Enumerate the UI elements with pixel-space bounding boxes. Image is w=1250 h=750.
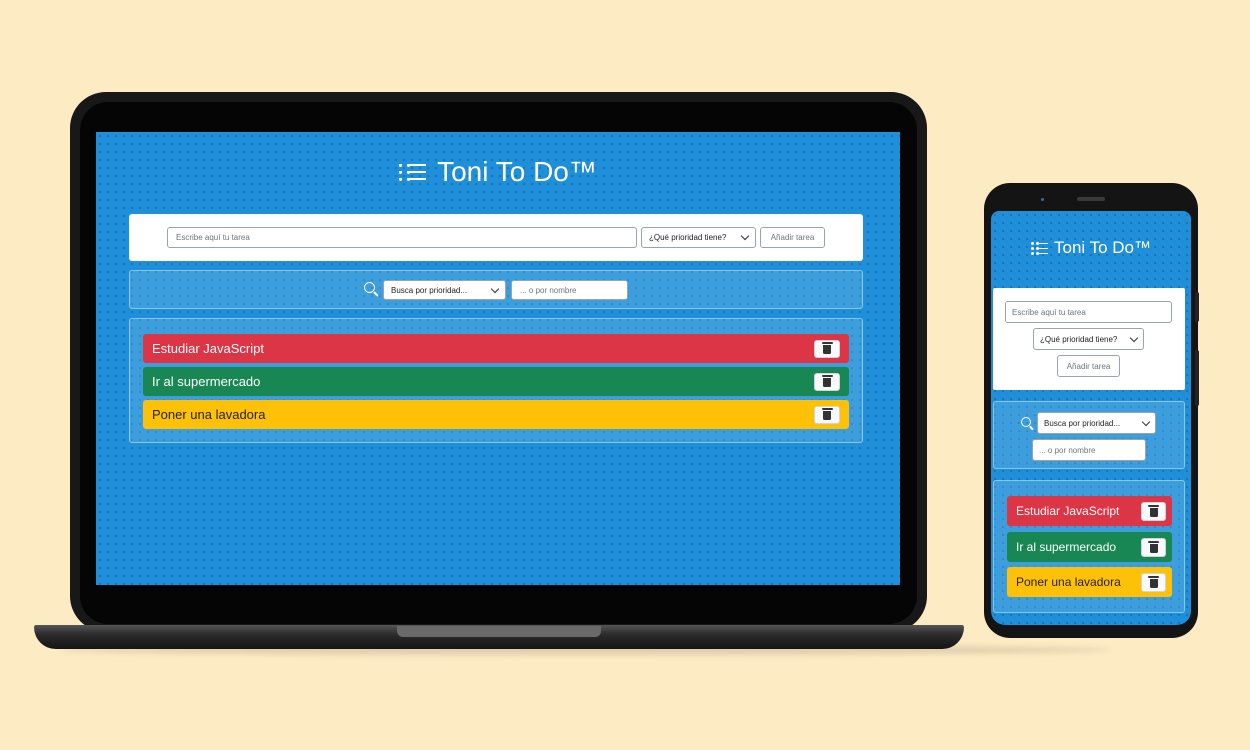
priority-select-label: ¿Qué prioridad tiene? (649, 233, 727, 242)
app-title: Toni To Do™ (1053, 238, 1151, 257)
task-label: Poner una lavadora (1016, 575, 1121, 589)
phone-camera (1041, 198, 1044, 201)
laptop-screen: Toni To Do™ Escribe aquí tu tarea ¿Qué p… (96, 132, 900, 585)
priority-select[interactable]: ¿Qué prioridad tiene? (1033, 328, 1144, 350)
task-list: Estudiar JavaScript Ir al supermercado P… (129, 318, 863, 443)
priority-select[interactable]: ¿Qué prioridad tiene? (641, 227, 756, 248)
list-icon (1030, 242, 1048, 255)
list-item: Estudiar JavaScript (1007, 496, 1172, 526)
add-task-button[interactable]: Añadir tarea (1057, 355, 1120, 377)
search-priority-select[interactable]: Busca por prioridad... (1037, 412, 1156, 434)
task-input[interactable]: Escribe aquí tu tarea (1005, 301, 1172, 323)
chevron-down-icon (740, 231, 750, 241)
delete-task-button[interactable] (1141, 501, 1166, 521)
phone-side-button (1195, 350, 1199, 406)
add-task-button[interactable]: Añadir tarea (760, 227, 825, 248)
app-header: Toni To Do™ (96, 154, 900, 190)
list-item: Estudiar JavaScript (143, 334, 849, 363)
task-input[interactable]: Escribe aquí tu tarea (167, 227, 637, 248)
add-task-card: Escribe aquí tu tarea ¿Qué prioridad tie… (129, 214, 863, 261)
task-label: Poner una lavadora (152, 407, 266, 422)
chevron-down-icon (1141, 417, 1151, 426)
trash-icon (821, 342, 833, 354)
trash-icon (1148, 504, 1159, 517)
add-task-button-label: Añadir tarea (1066, 361, 1111, 371)
add-task-card: Escribe aquí tu tarea ¿Qué prioridad tie… (993, 288, 1185, 390)
trash-icon (821, 375, 833, 387)
task-label: Ir al supermercado (152, 374, 261, 389)
search-name-placeholder: ... o por nombre (1039, 445, 1096, 455)
task-input-placeholder: Escribe aquí tu tarea (176, 233, 250, 242)
task-label: Estudiar JavaScript (1016, 504, 1120, 518)
list-item: Ir al supermercado (1007, 532, 1172, 562)
delete-task-button[interactable] (1141, 572, 1166, 592)
trash-icon (1148, 540, 1159, 553)
phone-side-button (1195, 292, 1199, 322)
search-card: Busca por prioridad... ... o por nombre (129, 270, 863, 309)
search-name-input[interactable]: ... o por nombre (1032, 439, 1146, 461)
trash-icon (1148, 575, 1159, 588)
add-task-button-label: Añadir tarea (770, 233, 815, 242)
search-priority-label: Busca por prioridad... (391, 285, 468, 295)
chevron-down-icon (1129, 333, 1139, 342)
search-card: Busca por prioridad... ... o por nombre (993, 401, 1185, 469)
search-icon (1021, 417, 1035, 431)
search-priority-select[interactable]: Busca por prioridad... (383, 280, 506, 300)
search-name-placeholder: ... o por nombre (520, 285, 577, 295)
delete-task-button[interactable] (814, 339, 840, 358)
task-label: Ir al supermercado (1016, 540, 1117, 554)
task-list: Estudiar JavaScript Ir al supermercado P… (993, 480, 1185, 613)
task-label: Estudiar JavaScript (152, 341, 264, 356)
delete-task-button[interactable] (1141, 537, 1166, 557)
phone-speaker (1077, 197, 1105, 201)
app-title: Toni To Do™ (437, 156, 597, 187)
search-priority-label: Busca por prioridad... (1044, 418, 1121, 428)
list-item: Poner una lavadora (1007, 567, 1172, 597)
app-header: Toni To Do™ (991, 236, 1191, 260)
delete-task-button[interactable] (814, 372, 840, 391)
search-icon (364, 282, 380, 298)
list-item: Poner una lavadora (143, 400, 849, 429)
trash-icon (821, 408, 833, 420)
laptop-hinge-notch (397, 626, 601, 637)
task-input-placeholder: Escribe aquí tu tarea (1012, 307, 1086, 317)
phone-screen: Toni To Do™ Escribe aquí tu tarea ¿Qué p… (991, 211, 1191, 625)
list-item: Ir al supermercado (143, 367, 849, 396)
priority-select-label: ¿Qué prioridad tiene? (1040, 334, 1118, 344)
list-icon (399, 162, 427, 182)
chevron-down-icon (490, 284, 500, 293)
search-name-input[interactable]: ... o por nombre (511, 280, 628, 300)
delete-task-button[interactable] (814, 405, 840, 424)
